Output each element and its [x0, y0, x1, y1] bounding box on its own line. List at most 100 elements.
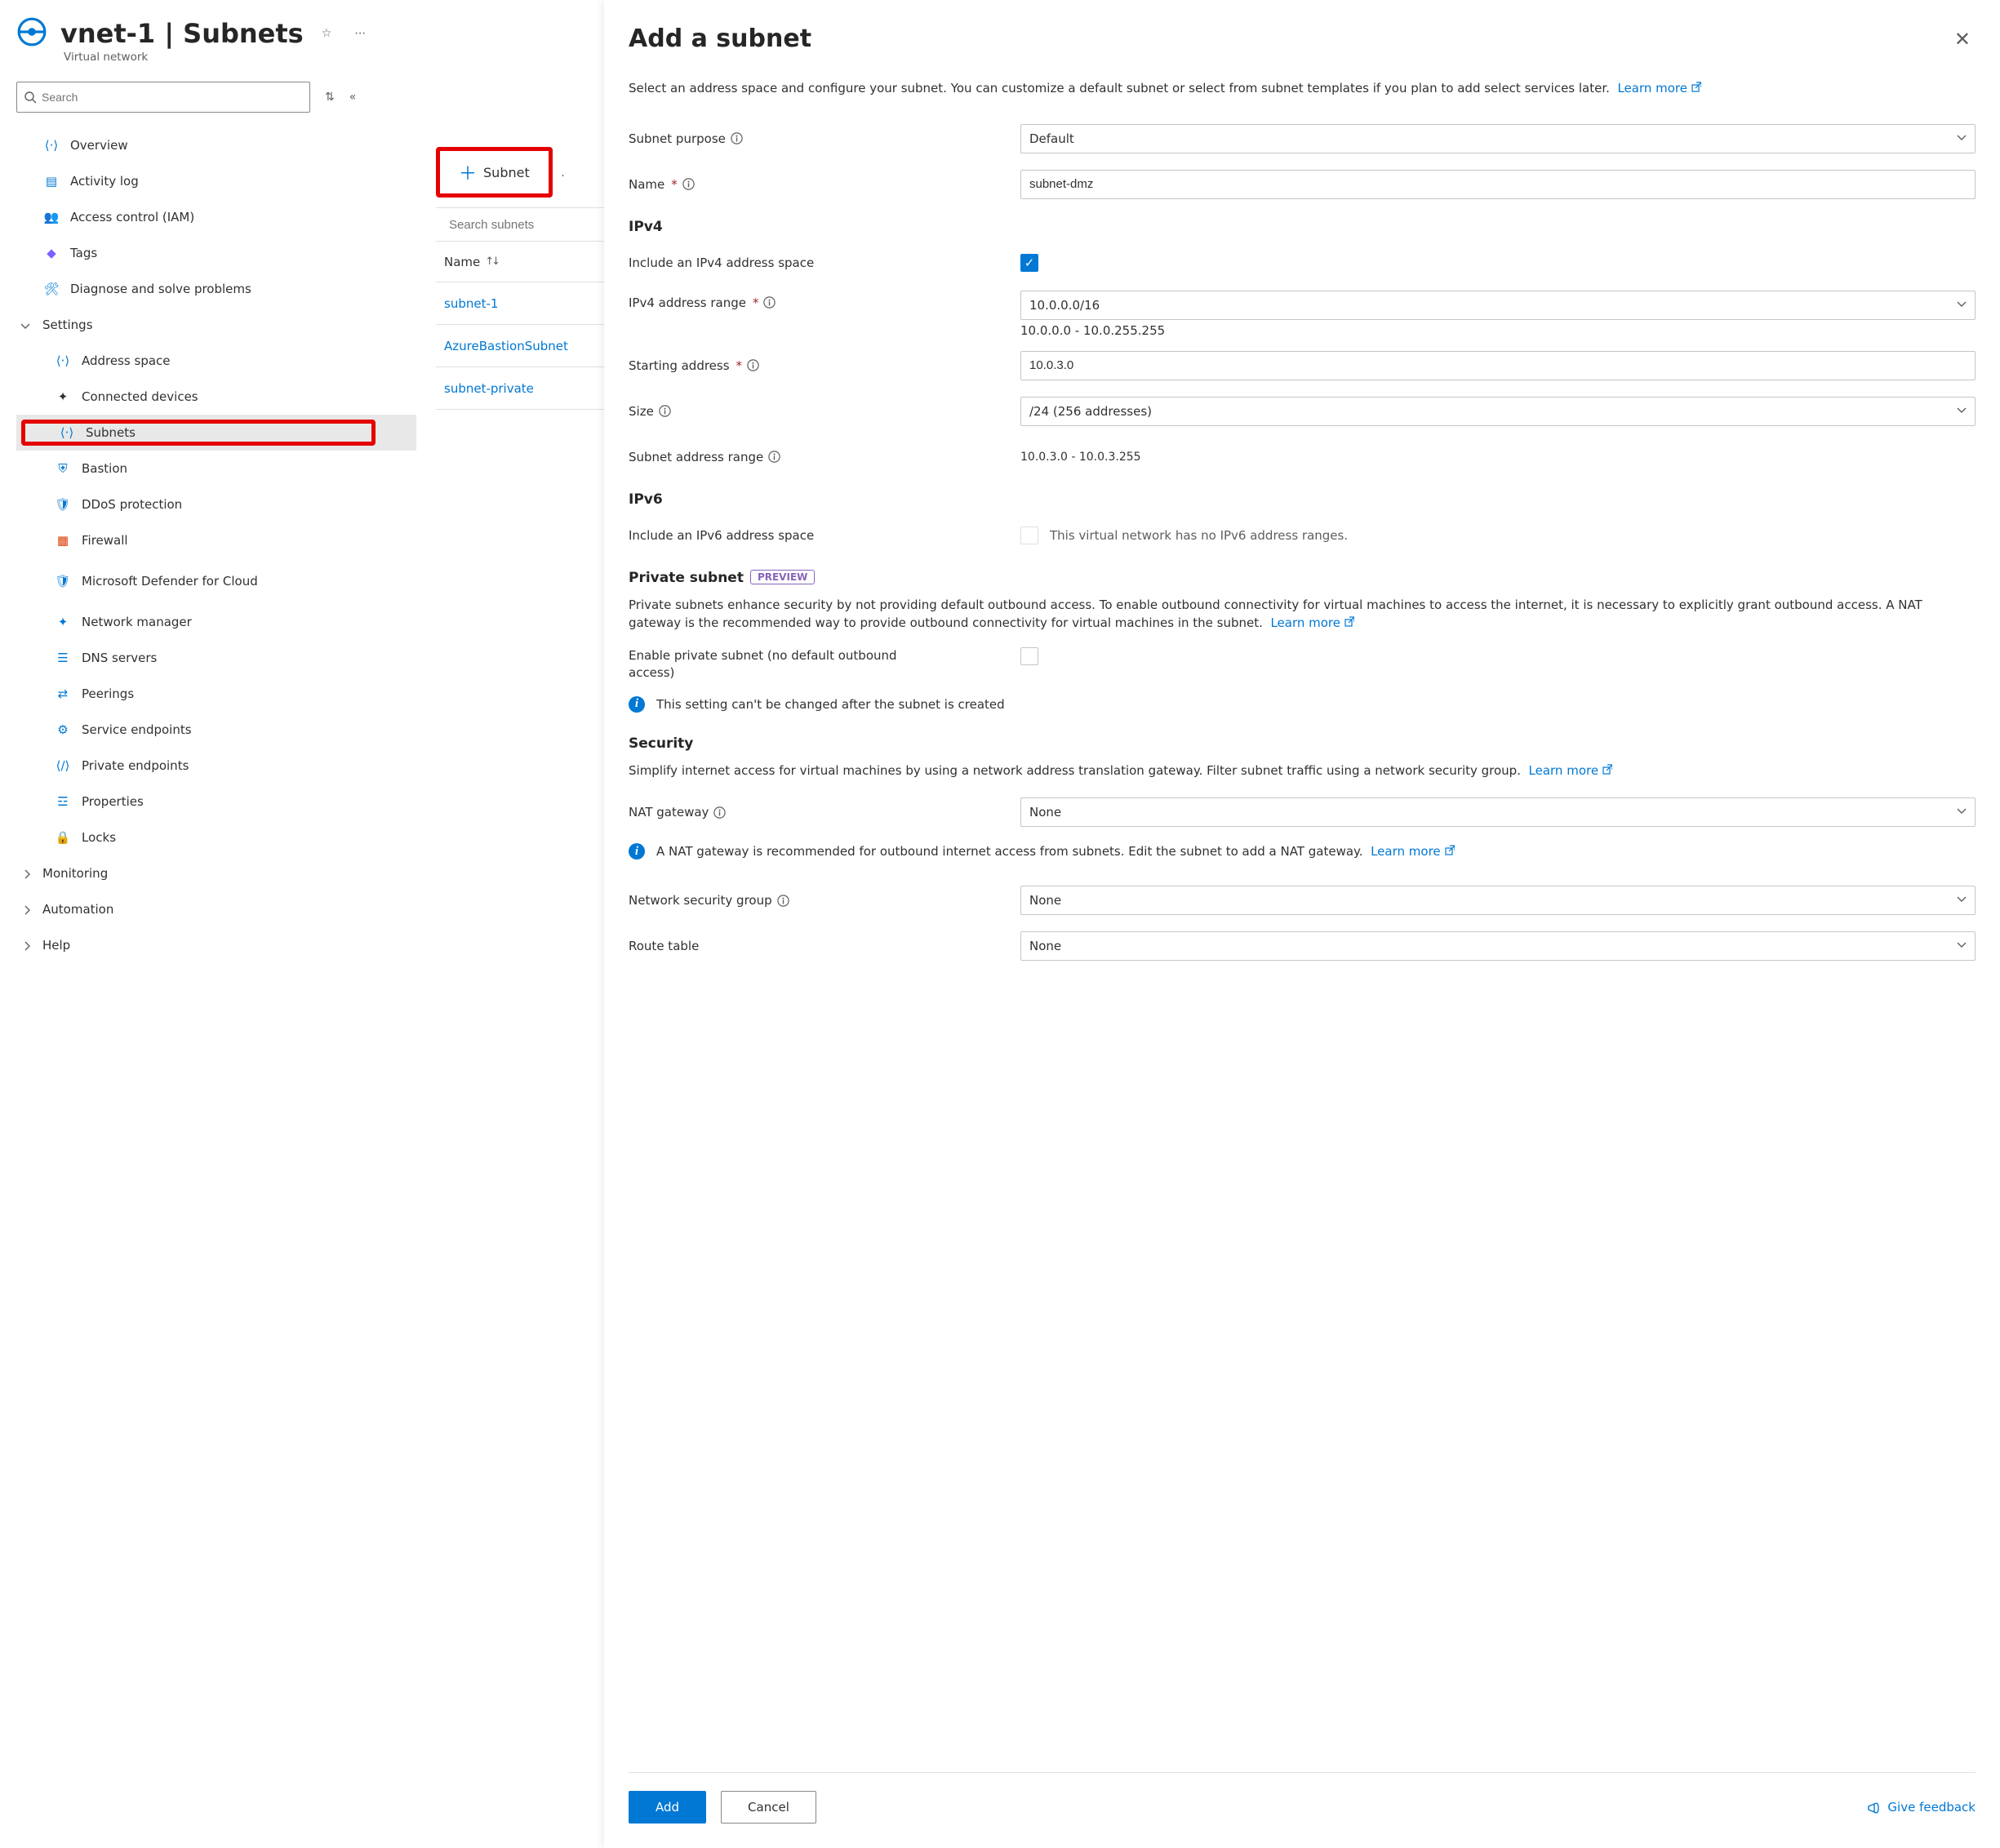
nsg-label: Network security group: [629, 893, 772, 908]
log-icon: ▤: [42, 174, 60, 189]
sort-icon: ↑↓: [485, 255, 498, 268]
external-link-icon: [1443, 846, 1455, 859]
nat-gateway-select[interactable]: None: [1020, 797, 1976, 827]
learn-more-link[interactable]: Learn more: [1617, 81, 1701, 96]
nav-activity-log[interactable]: ▤Activity log: [16, 163, 416, 199]
people-icon: 👥: [42, 210, 60, 224]
close-button[interactable]: ✕: [1949, 24, 1976, 54]
nav-help-group[interactable]: Help: [16, 927, 416, 963]
cancel-button[interactable]: Cancel: [721, 1791, 816, 1824]
table-row[interactable]: subnet-private: [436, 367, 607, 410]
chevron-down-icon: [1955, 403, 1968, 420]
learn-more-link[interactable]: Learn more: [1371, 844, 1455, 859]
private-endpoints-icon: ⟨/⟩: [54, 758, 72, 773]
nav-access-control[interactable]: 👥Access control (IAM): [16, 199, 416, 235]
subnet-range-value: 10.0.3.0 - 10.0.3.255: [1020, 451, 1141, 464]
ipv4-range-select[interactable]: 10.0.0.0/16: [1020, 291, 1976, 320]
devices-icon: ✦: [54, 389, 72, 404]
add-subnet-flyout: Add a subnet ✕ Select an address space a…: [604, 0, 2000, 1848]
subnet-search-input[interactable]: [436, 207, 607, 242]
subnet-purpose-select[interactable]: Default: [1020, 124, 1976, 153]
learn-more-link[interactable]: Learn more: [1270, 615, 1354, 630]
external-link-icon: [1690, 83, 1701, 96]
properties-icon: ☲: [54, 794, 72, 809]
vnet-icon: [16, 16, 47, 51]
nav-diagnose[interactable]: 🛠Diagnose and solve problems: [16, 271, 416, 307]
starting-address-input[interactable]: [1020, 351, 1976, 380]
include-ipv4-checkbox[interactable]: [1020, 254, 1038, 272]
collapse-nav-button[interactable]: «: [349, 91, 357, 104]
nav-firewall[interactable]: ▦Firewall: [16, 522, 416, 558]
info-icon[interactable]: [747, 359, 759, 371]
nav-service-endpoints[interactable]: ⚙Service endpoints: [16, 712, 416, 748]
route-table-select[interactable]: None: [1020, 931, 1976, 961]
chevron-down-icon: [1955, 804, 1968, 820]
nsg-select[interactable]: None: [1020, 886, 1976, 915]
private-subnet-heading: Private subnetPREVIEW: [629, 570, 1976, 586]
address-space-icon: ⟨·⟩: [54, 353, 72, 368]
external-link-icon: [1601, 766, 1612, 778]
flyout-title: Add a subnet: [629, 24, 1949, 53]
learn-more-link[interactable]: Learn more: [1529, 763, 1613, 778]
defender-icon: 🛡: [54, 574, 72, 589]
info-icon[interactable]: [763, 296, 776, 309]
ipv4-range-label: IPv4 address range: [629, 295, 746, 310]
include-ipv4-label: Include an IPv4 address space: [629, 255, 814, 270]
firewall-icon: ▦: [54, 533, 72, 548]
nav-properties[interactable]: ☲Properties: [16, 784, 416, 820]
nav-automation-group[interactable]: Automation: [16, 891, 416, 927]
table-row[interactable]: AzureBastionSubnet: [436, 325, 607, 367]
nat-gateway-note: A NAT gateway is recommended for outboun…: [656, 844, 1455, 859]
lock-icon: 🔒: [54, 830, 72, 845]
info-icon: i: [629, 696, 645, 713]
nav-bastion[interactable]: ⛨Bastion: [16, 451, 416, 486]
nav-defender[interactable]: 🛡Microsoft Defender for Cloud: [16, 558, 416, 604]
nav-tags[interactable]: ◆Tags: [16, 235, 416, 271]
private-subnet-description: Private subnets enhance security by not …: [629, 596, 1976, 633]
ipv6-hint: This virtual network has no IPv6 address…: [1050, 528, 1348, 543]
add-button[interactable]: Add: [629, 1791, 706, 1824]
info-icon[interactable]: [731, 132, 743, 144]
chevron-down-icon: [1955, 938, 1968, 954]
nav-monitoring-group[interactable]: Monitoring: [16, 855, 416, 891]
nav-settings-group[interactable]: Settings: [16, 307, 416, 343]
more-button[interactable]: ⋯: [349, 22, 371, 45]
name-label: Name: [629, 177, 664, 192]
netmgr-icon: ✦: [54, 615, 72, 629]
size-select[interactable]: /24 (256 addresses): [1020, 397, 1976, 426]
info-icon[interactable]: [768, 451, 780, 463]
starting-address-label: Starting address: [629, 358, 730, 373]
name-input[interactable]: [1020, 170, 1976, 199]
info-icon[interactable]: [713, 806, 726, 819]
info-icon[interactable]: [659, 405, 671, 417]
column-header-name[interactable]: Name↑↓: [436, 242, 607, 282]
nav-locks[interactable]: 🔒Locks: [16, 820, 416, 855]
ipv6-heading: IPv6: [629, 491, 1976, 508]
nav-search-input[interactable]: [16, 82, 310, 113]
nav-connected-devices[interactable]: ✦Connected devices: [16, 379, 416, 415]
nav-network-manager[interactable]: ✦Network manager: [16, 604, 416, 640]
nat-gateway-label: NAT gateway: [629, 805, 709, 820]
add-subnet-button[interactable]: ＋ Subnet: [442, 153, 546, 192]
info-icon: i: [629, 843, 645, 860]
preview-badge: PREVIEW: [750, 570, 815, 584]
nav-address-space[interactable]: ⟨·⟩Address space: [16, 343, 416, 379]
expand-collapse-button[interactable]: ⇅: [325, 91, 335, 104]
nav-private-endpoints[interactable]: ⟨/⟩Private endpoints: [16, 748, 416, 784]
table-row[interactable]: subnet-1: [436, 282, 607, 325]
enable-private-checkbox[interactable]: [1020, 647, 1038, 665]
nav-dns-servers[interactable]: ☰DNS servers: [16, 640, 416, 676]
give-feedback-link[interactable]: Give feedback: [1866, 1800, 1976, 1815]
peerings-icon: ⇄: [54, 686, 72, 701]
security-heading: Security: [629, 735, 1976, 752]
favorite-button[interactable]: ☆: [317, 22, 337, 45]
page-title: vnet-1 | Subnets: [60, 18, 304, 49]
bastion-icon: ⛨: [54, 461, 72, 476]
nav-subnets[interactable]: ⟨·⟩Subnets: [16, 415, 416, 451]
info-icon[interactable]: [682, 178, 695, 190]
info-icon[interactable]: [777, 895, 789, 907]
nav-ddos[interactable]: 🛡DDoS protection: [16, 486, 416, 522]
nav-overview[interactable]: ⟨·⟩Overview: [16, 127, 416, 163]
nav-peerings[interactable]: ⇄Peerings: [16, 676, 416, 712]
shield-icon: 🛡: [54, 497, 72, 512]
